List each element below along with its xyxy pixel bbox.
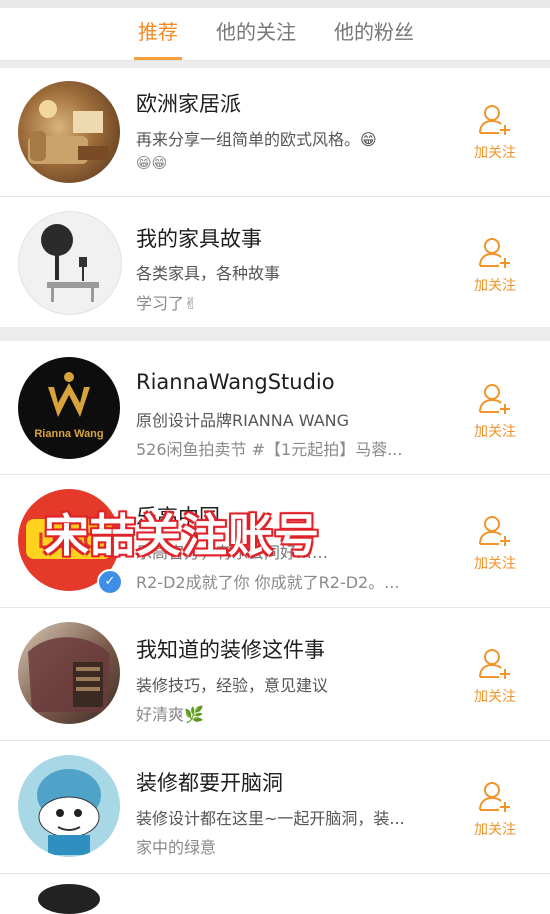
account-desc: 装修设计都在这里~一起开脑洞，装... xyxy=(136,809,405,828)
overlay-caption: 宋喆关注账号 xyxy=(44,509,321,562)
avatar xyxy=(18,81,120,183)
tab-recommended[interactable]: 推荐 xyxy=(134,8,182,60)
add-user-icon xyxy=(479,516,510,546)
follow-button[interactable]: 加关注 xyxy=(462,379,528,459)
add-user-icon xyxy=(479,105,510,135)
account-latest: R2-D2成就了你 你成就了R2-D2。... xyxy=(136,573,400,592)
avatar xyxy=(18,622,120,724)
follow-label: 加关注 xyxy=(474,689,516,705)
tab-followers[interactable]: 他的粉丝 xyxy=(330,8,418,60)
follow-label: 加关注 xyxy=(474,556,516,572)
follow-label: 加关注 xyxy=(474,424,516,440)
list-item[interactable]: 我的家具故事 各类家具，各种故事 学习了✌ 加关注 xyxy=(0,197,550,327)
list-item[interactable]: 装修都要开脑洞 装修设计都在这里~一起开脑洞，装... 家中的绿意 加关注 xyxy=(0,741,550,874)
follow-label: 加关注 xyxy=(474,278,516,294)
account-latest: 家中的绿意 xyxy=(136,838,217,857)
list-item[interactable]: Rianna Wang RiannaWangStudio 原创设计品牌RIANN… xyxy=(0,341,550,475)
account-name: 装修都要开脑洞 xyxy=(136,771,283,795)
tab-bar: 推荐 他的关注 他的粉丝 xyxy=(0,8,550,61)
add-user-icon xyxy=(479,782,510,812)
list-item[interactable]: 我知道的装修这件事 装修技巧，经验，意见建议 好清爽🌿 加关注 xyxy=(0,608,550,741)
avatar-brand-text: Rianna Wang xyxy=(34,428,103,440)
follow-label: 加关注 xyxy=(474,145,516,161)
account-name: 欧洲家居派 xyxy=(136,92,241,116)
avatar xyxy=(18,211,122,315)
account-latest: 😁😁 xyxy=(136,154,168,172)
follow-label: 加关注 xyxy=(474,822,516,838)
follow-button[interactable]: 加关注 xyxy=(462,511,528,591)
top-strip xyxy=(0,0,550,8)
list-item-partial xyxy=(0,874,550,914)
account-desc: 各类家具，各种故事 xyxy=(136,264,281,283)
section-gap xyxy=(0,327,550,341)
account-latest: 526闲鱼拍卖节 #【1元起拍】马蓉... xyxy=(136,440,403,459)
follow-button[interactable]: 加关注 xyxy=(462,100,528,180)
account-name: 我知道的装修这件事 xyxy=(136,638,325,662)
account-name: RiannaWangStudio xyxy=(136,370,335,394)
follow-button[interactable]: 加关注 xyxy=(462,644,528,724)
avatar xyxy=(38,884,100,914)
follow-button[interactable]: 加关注 xyxy=(462,233,528,313)
add-user-icon xyxy=(479,649,510,679)
account-desc: 再来分享一组简单的欧式风格。😁 xyxy=(136,130,377,149)
add-user-icon xyxy=(479,238,510,268)
account-latest: 好清爽🌿 xyxy=(136,705,204,724)
account-latest: 学习了✌ xyxy=(136,294,198,313)
follow-button[interactable]: 加关注 xyxy=(462,777,528,857)
list-item[interactable]: 欧洲家居派 再来分享一组简单的欧式风格。😁 😁😁 加关注 xyxy=(0,68,550,197)
verified-badge-icon: ✓ xyxy=(97,569,123,595)
avatar xyxy=(18,755,120,857)
add-user-icon xyxy=(479,384,510,414)
tab-following[interactable]: 他的关注 xyxy=(212,8,300,60)
account-desc: 原创设计品牌RIANNA WANG xyxy=(136,411,350,430)
account-name: 我的家具故事 xyxy=(136,227,262,251)
section-gap xyxy=(0,61,550,68)
account-desc: 装修技巧，经验，意见建议 xyxy=(136,676,329,695)
avatar: Rianna Wang xyxy=(18,357,120,459)
